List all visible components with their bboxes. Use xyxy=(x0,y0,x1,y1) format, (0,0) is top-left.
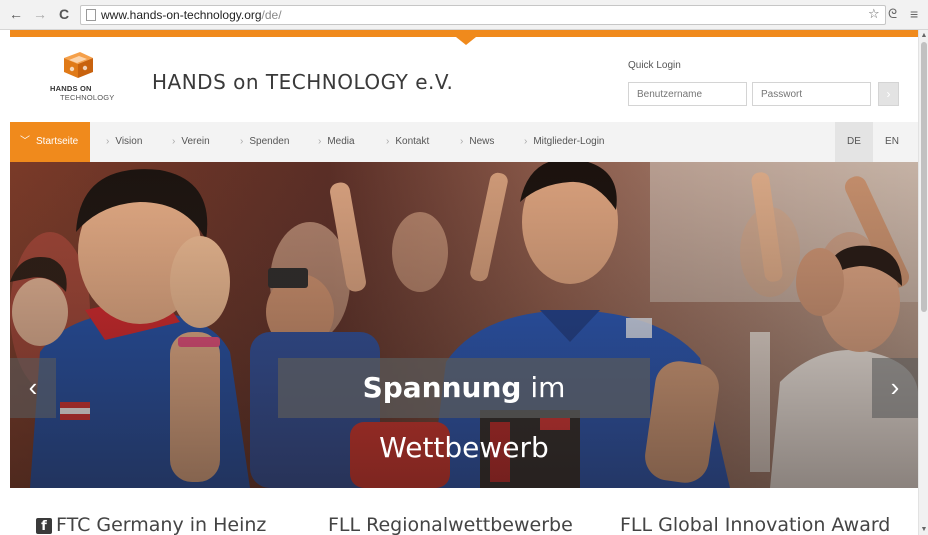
nav-item-label: Verein xyxy=(181,136,210,147)
chevron-right-icon: › xyxy=(172,136,176,147)
nav-item-vision[interactable]: › Vision xyxy=(106,122,142,162)
language-de[interactable]: DE xyxy=(835,122,873,162)
logo-text-line1: HANDS ON xyxy=(50,84,92,93)
login-submit-button[interactable]: › xyxy=(878,82,899,106)
chevron-right-icon: › xyxy=(386,136,390,147)
hero-caption: Spannung im Wettbewerb xyxy=(278,358,650,464)
teaser-fll-global[interactable]: FLL Global Innovation Award xyxy=(620,514,890,535)
slider-next-button[interactable]: › xyxy=(872,358,918,418)
page-icon xyxy=(86,9,96,21)
page-scrollbar[interactable]: ▲ ▼ xyxy=(918,30,928,535)
chevron-down-icon: ﹀ xyxy=(20,136,30,147)
site-title: HANDS on TECHNOLOGY e.V. xyxy=(152,70,454,94)
nav-item-label: Media xyxy=(327,136,355,147)
chevron-right-icon: › xyxy=(240,136,244,147)
scroll-up-icon[interactable]: ▲ xyxy=(920,32,928,39)
accent-notch xyxy=(456,37,476,45)
chevron-right-icon: › xyxy=(106,136,110,147)
chevron-right-icon: › xyxy=(318,136,322,147)
top-accent-bar xyxy=(10,30,918,37)
browser-toolbar: ← → C www.hands-on-technology.org/de/ ☆ … xyxy=(0,0,928,30)
nav-item-verein[interactable]: › Verein xyxy=(172,122,210,162)
nav-item-news[interactable]: › News xyxy=(460,122,494,162)
logo-cube-icon xyxy=(64,52,93,78)
hero-caption-bold: Spannung xyxy=(362,371,522,404)
nav-item-label: News xyxy=(469,136,495,147)
url-path: /de/ xyxy=(261,8,282,22)
teaser-fll-regional[interactable]: FLL Regionalwettbewerbe xyxy=(328,514,573,535)
teaser-ftc-germany[interactable]: f FTC Germany in Heinz xyxy=(36,514,266,535)
nav-item-label: Vision xyxy=(115,136,143,147)
scroll-thumb[interactable] xyxy=(921,42,927,312)
site-logo[interactable]: HANDS ON TECHNOLOGY xyxy=(50,50,116,108)
menu-icon[interactable]: ≡ xyxy=(910,5,918,23)
chevron-right-icon: › xyxy=(460,136,464,147)
scroll-down-icon[interactable]: ▼ xyxy=(920,526,928,533)
teaser-label: FLL Global Innovation Award xyxy=(620,514,891,535)
extension-icon[interactable]: ᘓ xyxy=(888,5,897,23)
language-en[interactable]: EN xyxy=(873,122,911,162)
quick-login-label: Quick Login xyxy=(628,60,681,71)
page-viewport: HANDS ON TECHNOLOGY HANDS on TECHNOLOGY … xyxy=(0,30,928,535)
password-input[interactable] xyxy=(752,82,871,106)
chevron-right-icon: › xyxy=(524,136,528,147)
star-icon[interactable]: ☆ xyxy=(868,5,880,23)
reload-icon[interactable]: C xyxy=(56,6,72,22)
nav-item-label: Kontakt xyxy=(395,136,430,147)
username-input[interactable] xyxy=(628,82,747,106)
nav-item-spenden[interactable]: › Spenden xyxy=(240,122,289,162)
nav-item-label: Mitglieder-Login xyxy=(533,136,605,147)
nav-item-label: Spenden xyxy=(249,136,290,147)
back-icon[interactable]: ← xyxy=(8,6,24,22)
teaser-label: FTC Germany in Heinz xyxy=(56,514,267,535)
nav-item-startseite[interactable]: ﹀ Startseite xyxy=(10,122,91,162)
main-navigation: ﹀ Startseite › Vision › Verein › Spenden › Me… xyxy=(10,122,918,162)
address-bar[interactable]: www.hands-on-technology.org/de/ xyxy=(80,5,886,25)
facebook-icon: f xyxy=(36,518,52,534)
nav-item-label: Startseite xyxy=(36,136,79,147)
nav-item-kontakt[interactable]: › Kontakt xyxy=(386,122,429,162)
forward-icon[interactable]: → xyxy=(32,6,48,22)
hero-slider: Spannung im Wettbewerb ‹ › xyxy=(10,162,918,488)
teaser-label: FLL Regionalwettbewerbe xyxy=(328,514,573,535)
url-host: www.hands-on-technology.org xyxy=(101,8,262,22)
nav-item-media[interactable]: › Media xyxy=(318,122,355,162)
nav-item-mitglieder-login[interactable]: › Mitglieder-Login xyxy=(524,122,605,162)
slider-prev-button[interactable]: ‹ xyxy=(10,358,56,418)
logo-text-line2: TECHNOLOGY xyxy=(60,93,115,102)
